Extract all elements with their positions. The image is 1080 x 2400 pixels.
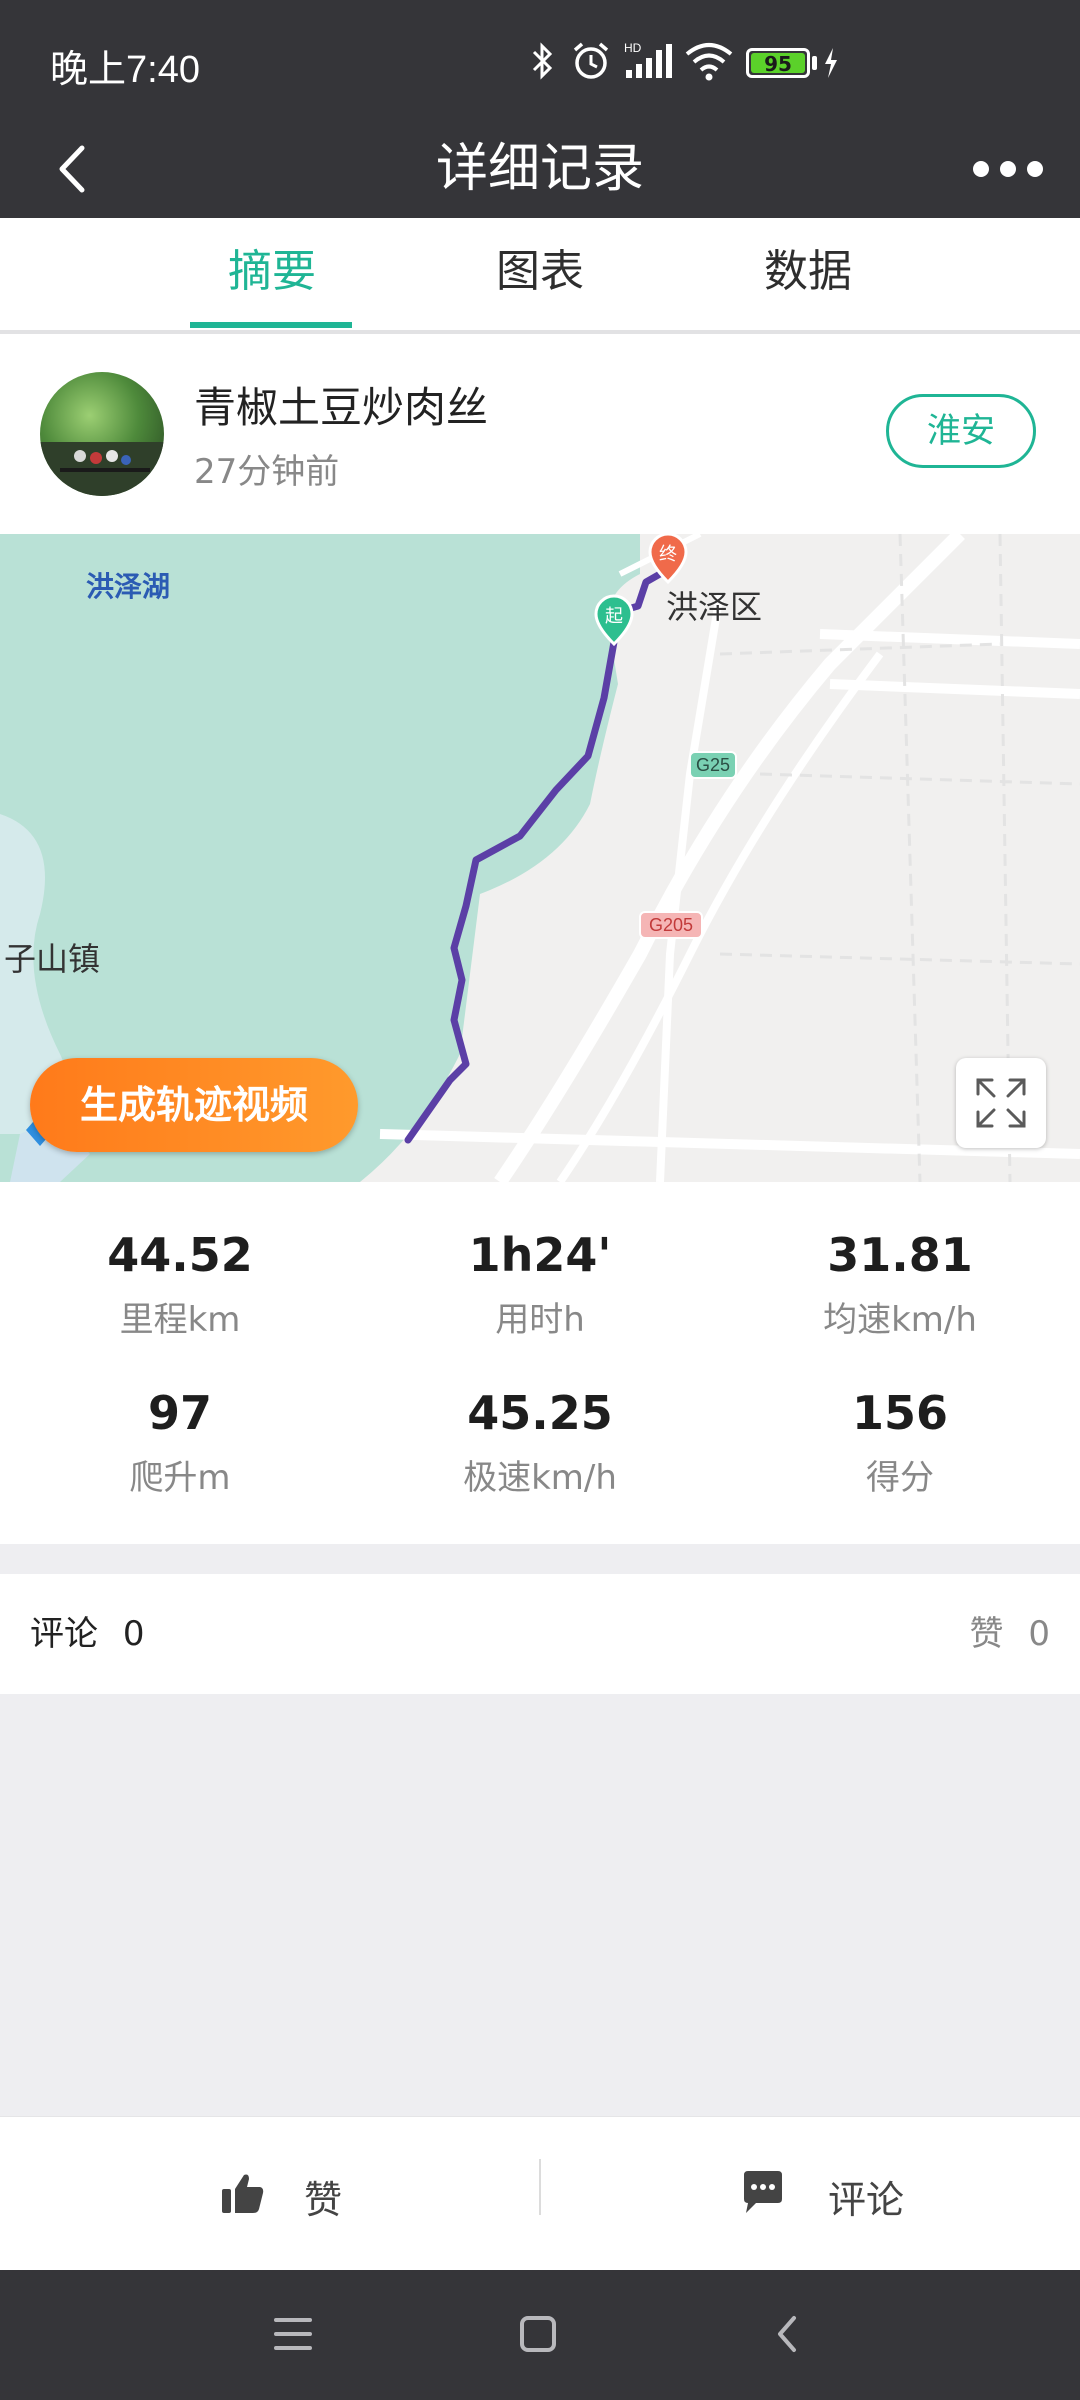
comment-button[interactable]: 评论 — [740, 2151, 940, 2237]
generate-video-button[interactable]: 生成轨迹视频 — [30, 1058, 358, 1152]
start-marker-label: 起 — [605, 606, 623, 627]
title-bar: 详细记录 — [0, 120, 1080, 218]
town-label: 子山镇 — [4, 940, 100, 978]
stat-value: 1h24' — [468, 1228, 612, 1282]
user-name: 青椒土豆炒肉丝 — [194, 383, 489, 432]
stat-label: 里程km — [119, 1300, 241, 1340]
stat-score: 156 得分 — [720, 1386, 1080, 1499]
charging-icon — [825, 48, 837, 78]
status-bar: 晚上7:40 HD 95 — [0, 0, 1080, 120]
alarm-icon — [573, 42, 609, 79]
g25-label: G25 — [696, 755, 730, 775]
stats-panel: 44.52 里程km 1h24' 用时h 31.81 均速km/h 97 爬升m… — [0, 1182, 1080, 1544]
stat-label: 爬升m — [129, 1458, 231, 1498]
road-secondary — [556, 651, 884, 1182]
home-icon[interactable] — [518, 2314, 558, 2354]
end-marker-label: 终 — [659, 544, 677, 565]
network-label: HD — [624, 41, 642, 55]
stat-duration: 1h24' 用时h — [360, 1228, 720, 1341]
menu-icon[interactable] — [272, 2314, 314, 2354]
district-label: 洪泽区 — [666, 588, 762, 626]
thumbs-up-icon — [222, 2174, 264, 2213]
stat-avg-speed: 31.81 均速km/h — [720, 1228, 1080, 1341]
more-options-icon[interactable] — [970, 156, 1046, 182]
like-label: 赞 — [304, 2178, 343, 2222]
stat-distance: 44.52 里程km — [0, 1228, 360, 1341]
tab-bar: 摘要 图表 数据 — [0, 218, 1080, 334]
battery-level: 95 — [751, 53, 805, 75]
page-title: 详细记录 — [435, 139, 644, 199]
status-time: 晚上7:40 — [50, 49, 200, 91]
comment-label: 评论 — [828, 2178, 905, 2222]
avatar-image — [40, 442, 164, 496]
bluetooth-icon — [532, 42, 553, 80]
comments-label: 评论 — [30, 1614, 98, 1654]
stat-value: 45.25 — [467, 1386, 613, 1440]
comments-count: 0 — [122, 1614, 145, 1654]
stat-max-speed: 45.25 极速km/h — [360, 1386, 720, 1499]
lake-label: 洪泽湖 — [86, 570, 170, 603]
stat-label: 极速km/h — [463, 1458, 617, 1498]
comment-icon — [744, 2171, 782, 2213]
social-summary-row: 评论 0 赞 0 — [0, 1574, 1080, 1694]
stat-value: 97 — [147, 1386, 212, 1440]
comments-summary[interactable]: 评论 0 — [30, 1574, 144, 1694]
active-tab-indicator — [190, 322, 352, 328]
route-map[interactable]: G25 G205 洪泽湖 洪泽区 子山镇 起 终 生成轨迹视频 — [0, 534, 1080, 1182]
tab-data[interactable]: 数据 — [698, 218, 918, 326]
stat-value: 156 — [851, 1386, 949, 1440]
stat-label: 得分 — [866, 1458, 934, 1498]
stat-value: 44.52 — [107, 1228, 253, 1282]
tab-summary[interactable]: 摘要 — [162, 218, 382, 326]
stat-label: 用时h — [495, 1300, 585, 1340]
avatar[interactable] — [40, 372, 164, 496]
likes-count: 0 — [1028, 1614, 1050, 1654]
record-time: 27分钟前 — [194, 452, 340, 492]
signal-icon: HD — [624, 41, 672, 78]
city-tag-button[interactable]: 淮安 — [886, 394, 1036, 468]
stat-elevation-gain: 97 爬升m — [0, 1386, 360, 1499]
wifi-icon — [685, 43, 733, 81]
likes-label: 赞 — [969, 1614, 1004, 1654]
battery-icon: 95 — [746, 48, 810, 78]
bottom-divider — [539, 2159, 541, 2215]
like-button[interactable]: 赞 — [218, 2151, 418, 2237]
g205-label: G205 — [649, 915, 693, 935]
battery-tip — [812, 56, 817, 70]
likes-summary[interactable]: 赞 0 — [970, 1574, 1050, 1694]
expand-map-button[interactable] — [956, 1058, 1046, 1148]
stat-value: 31.81 — [827, 1228, 973, 1282]
nav-back-icon[interactable] — [772, 2314, 802, 2354]
tab-charts[interactable]: 图表 — [430, 218, 650, 326]
user-info-row: 青椒土豆炒肉丝 27分钟前 淮安 — [0, 334, 1080, 534]
bottom-action-bar: 赞 评论 — [0, 2116, 1080, 2271]
stat-label: 均速km/h — [823, 1300, 977, 1340]
system-nav-bar — [0, 2270, 1080, 2400]
fullscreen-icon — [976, 1078, 1026, 1128]
